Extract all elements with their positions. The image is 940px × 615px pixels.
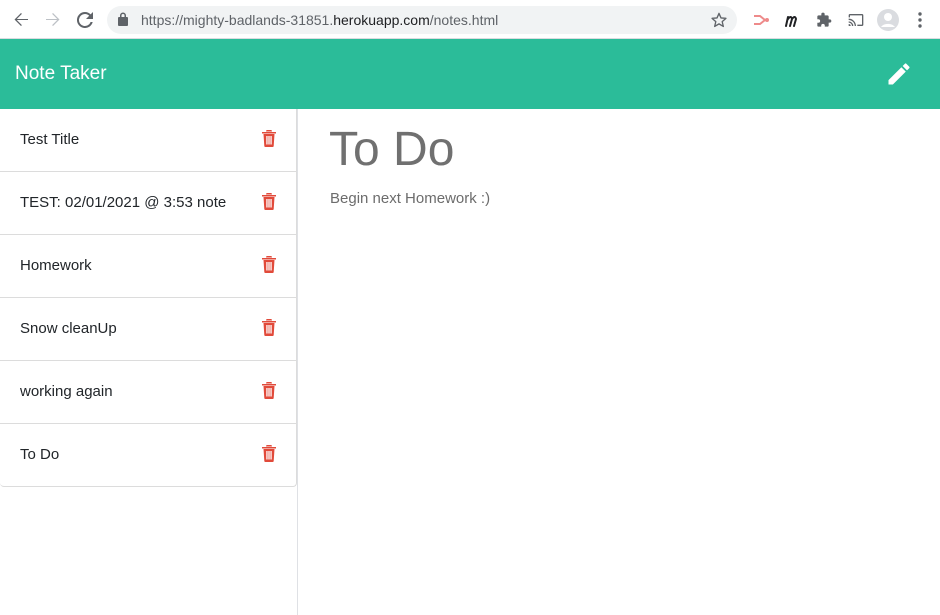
note-view: To Do Begin next Homework :) [298, 109, 940, 615]
note-list-item-title: Homework [20, 257, 92, 274]
note-list-item[interactable]: To Do [0, 424, 297, 487]
trash-icon[interactable] [261, 255, 277, 273]
reload-button[interactable] [73, 8, 97, 32]
m-letter-icon [785, 16, 798, 27]
m-extension-icon[interactable] [781, 8, 805, 32]
puzzle-icon [817, 12, 832, 27]
note-list-item[interactable]: Snow cleanUp [0, 298, 297, 361]
back-arrow-icon [14, 13, 28, 26]
bookmark-star-icon[interactable] [711, 12, 727, 28]
kebab-menu-icon [918, 12, 922, 28]
extensions-puzzle-button[interactable] [812, 8, 836, 32]
note-list-item[interactable]: Homework [0, 235, 297, 298]
forward-arrow-icon [46, 13, 60, 26]
cast-extension-icon [754, 15, 769, 25]
trash-icon[interactable] [261, 444, 277, 462]
trash-icon[interactable] [261, 129, 277, 147]
note-list-item-title: Snow cleanUp [20, 320, 117, 337]
trash-icon[interactable] [261, 318, 277, 336]
note-list-item-title: To Do [20, 446, 60, 463]
url-text: https://mighty-badlands-31851.herokuapp.… [141, 12, 499, 28]
note-title-field[interactable]: To Do [329, 123, 454, 177]
browser-toolbar: https://mighty-badlands-31851.herokuapp.… [0, 0, 940, 39]
cast-button[interactable] [844, 8, 868, 32]
profile-avatar[interactable] [876, 8, 900, 32]
lock-icon [118, 12, 128, 26]
app-navbar: Note Taker [0, 39, 940, 109]
back-button[interactable] [9, 8, 33, 32]
address-bar[interactable]: https://mighty-badlands-31851.herokuapp.… [107, 6, 737, 34]
note-list-item[interactable]: Test Title [0, 109, 297, 172]
extension-icon[interactable] [749, 8, 773, 32]
reload-icon [77, 12, 93, 28]
trash-icon[interactable] [261, 381, 277, 399]
note-list-item[interactable]: TEST: 02/01/2021 @ 3:53 note [0, 172, 297, 235]
avatar-icon [877, 9, 899, 31]
note-list-item-title: Test Title [20, 131, 80, 148]
pencil-icon[interactable] [885, 60, 913, 88]
browser-menu-button[interactable] [908, 8, 932, 32]
note-text-field[interactable]: Begin next Homework :) [330, 189, 490, 209]
cast-icon [848, 14, 864, 26]
note-list-item[interactable]: working again [0, 361, 297, 424]
note-list-item-title: TEST: 02/01/2021 @ 3:53 note [20, 194, 227, 211]
app-brand[interactable]: Note Taker [15, 63, 107, 85]
forward-button[interactable] [41, 8, 65, 32]
note-list: Test Title TEST: 02/01/2021 @ 3:53 note Ho… [0, 109, 297, 487]
notes-sidebar: Test Title TEST: 02/01/2021 @ 3:53 note Ho… [0, 109, 298, 615]
note-list-item-title: working again [20, 383, 113, 400]
trash-icon[interactable] [261, 192, 277, 210]
